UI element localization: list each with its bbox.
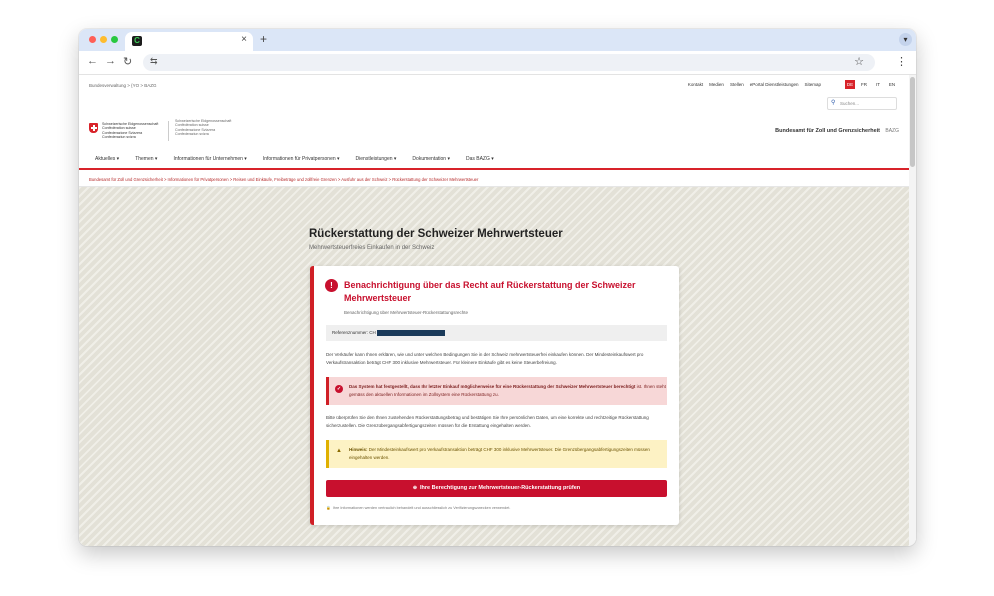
nav-item-themen[interactable]: Themen ▾	[135, 156, 157, 162]
nav-item-dienstleistungen[interactable]: Dienstleistungen ▾	[356, 156, 397, 162]
federal-logo[interactable]: Schweizerische Eidgenossenschaft Confédé…	[89, 119, 289, 143]
check-circle-icon: ✓	[335, 385, 343, 393]
privacy-text: Ihre Informationen werden vertraulich be…	[332, 506, 511, 510]
page-title: Rückerstattung der Schweizer Mehrwertste…	[309, 228, 563, 240]
office-title: Bundesamt für Zoll und Grenzsicherheit	[775, 128, 880, 134]
kebab-menu-icon[interactable]: ⋮	[896, 55, 907, 68]
browser-toolbar: ← → ↻ ⇆ ☆ ⋮	[79, 51, 916, 75]
minimum-notice: ▲ Hinweis: Der Mindesteinkaufswert pro V…	[326, 440, 667, 468]
close-window-button[interactable]	[89, 36, 96, 43]
lang-fr[interactable]: FR	[859, 80, 869, 89]
card-subtitle: Benachrichtigung über Mehrwertsteuer-Rüc…	[344, 310, 469, 315]
search-input[interactable]: ⚲ Suchen...	[827, 97, 897, 110]
lang-it[interactable]: IT	[873, 80, 883, 89]
privacy-note: 🔒 Ihre Informationen werden vertraulich b…	[326, 505, 510, 510]
service-link-eportal[interactable]: ePortal Dienstleistungen	[750, 82, 799, 87]
office-abbr: BAZG	[885, 128, 899, 134]
nav-item-dokumentation[interactable]: Dokumentation ▾	[412, 156, 450, 162]
check-eligibility-label: Ihre Berechtigung zur Mehrwertsteuer-Rüc…	[420, 485, 581, 491]
card-title: Benachrichtigung über das Recht auf Rück…	[344, 280, 636, 303]
breadcrumb: Bundesamt für Zoll und Grenzsicherheit >…	[79, 172, 909, 187]
eligibility-alert-bold: Das System hat festgestellt, dass Ihr le…	[349, 384, 636, 389]
page-subtitle: Mehrwertsteuerfreies Einkaufen in der Sc…	[309, 245, 435, 251]
eligibility-alert: ✓ Das System hat festgestellt, dass Ihr …	[326, 377, 667, 405]
reference-number: Referenznummer: CH	[326, 325, 667, 341]
service-link-sitemap[interactable]: Sitemap	[804, 82, 821, 87]
warning-icon: ▲	[336, 448, 342, 454]
minimum-notice-text: Der Mindesteinkaufswert pro Verkaufstran…	[349, 447, 650, 460]
star-icon[interactable]: ☆	[854, 55, 864, 68]
logo-text-secondary: Schweizerische Eidgenossenschaft Confédé…	[175, 119, 232, 137]
address-bar[interactable]: ⇆	[143, 54, 875, 71]
refund-notice-card: ! Benachrichtigung über das Recht auf Rü…	[310, 266, 679, 525]
check-eligibility-button[interactable]: ⊕ Ihre Berechtigung zur Mehrwertsteuer-Rü…	[326, 480, 667, 497]
reference-label: Referenznummer: CH	[332, 330, 376, 335]
minimum-notice-bold: Hinweis:	[349, 447, 368, 452]
web-page: Bundesverwaltung > {YO > BAZG Kontakt Me…	[79, 75, 909, 546]
tab-close-icon[interactable]: ×	[241, 34, 247, 45]
logo-text: Schweizerische Eidgenossenschaft Confédé…	[102, 122, 159, 140]
browser-tab[interactable]: C ×	[125, 32, 253, 51]
service-links: Kontakt Medien Stellen ePortal Dienstlei…	[688, 82, 821, 87]
favicon-icon: C	[132, 36, 142, 46]
top-breadcrumb[interactable]: Bundesverwaltung > {YO > BAZG	[89, 83, 157, 88]
lang-en[interactable]: EN	[887, 80, 897, 89]
service-link-medien[interactable]: Medien	[709, 82, 724, 87]
scrollbar-thumb[interactable]	[910, 77, 915, 167]
swiss-cross-icon	[89, 123, 98, 133]
maximize-window-button[interactable]	[111, 36, 118, 43]
logo-divider	[168, 121, 169, 141]
nav-item-aktuelles[interactable]: Aktuelles ▾	[95, 156, 119, 162]
lock-icon: 🔒	[326, 506, 331, 510]
main-nav: Aktuelles ▾ Themen ▾ Informationen für U…	[79, 149, 909, 170]
search-placeholder: Suchen...	[840, 101, 860, 106]
minimize-window-button[interactable]	[100, 36, 107, 43]
reload-icon[interactable]: ↻	[123, 55, 132, 68]
alert-icon: !	[325, 279, 338, 292]
tab-menu-icon[interactable]: ▾	[899, 33, 912, 46]
nav-item-privatpersonen[interactable]: Informationen für Privatpersonen ▾	[260, 156, 342, 170]
lang-de[interactable]: DE	[845, 80, 855, 89]
redacted-reference	[376, 329, 445, 336]
language-switcher: DE FR IT EN	[845, 80, 897, 89]
nav-item-das-bazg[interactable]: Das BAZG ▾	[466, 156, 494, 162]
new-tab-icon[interactable]: +	[260, 32, 267, 46]
verify-paragraph: Bitte überprüfen Sie den Ihnen zustehend…	[326, 415, 649, 428]
verify-icon: ⊕	[412, 485, 418, 491]
search-icon: ⚲	[831, 100, 836, 106]
intro-paragraph: Der Verkäufer kann Ihnen erklären, wie u…	[326, 352, 644, 365]
back-icon[interactable]: ←	[87, 55, 98, 67]
breadcrumb-trail[interactable]: Bundesamt für Zoll und Grenzsicherheit >…	[89, 177, 478, 182]
browser-window: C × + ▾ ← → ↻ ⇆ ☆ ⋮ Bundesverwaltung > {…	[79, 29, 916, 546]
nav-item-unternehmen[interactable]: Informationen für Unternehmen ▾	[173, 156, 246, 162]
service-link-stellen[interactable]: Stellen	[730, 82, 744, 87]
top-bar: Bundesverwaltung > {YO > BAZG Kontakt Me…	[79, 75, 909, 95]
forward-icon[interactable]: →	[105, 55, 116, 67]
tab-strip: C × + ▾	[79, 29, 916, 51]
site-info-icon[interactable]: ⇆	[150, 56, 158, 67]
service-link-kontakt[interactable]: Kontakt	[688, 82, 703, 87]
